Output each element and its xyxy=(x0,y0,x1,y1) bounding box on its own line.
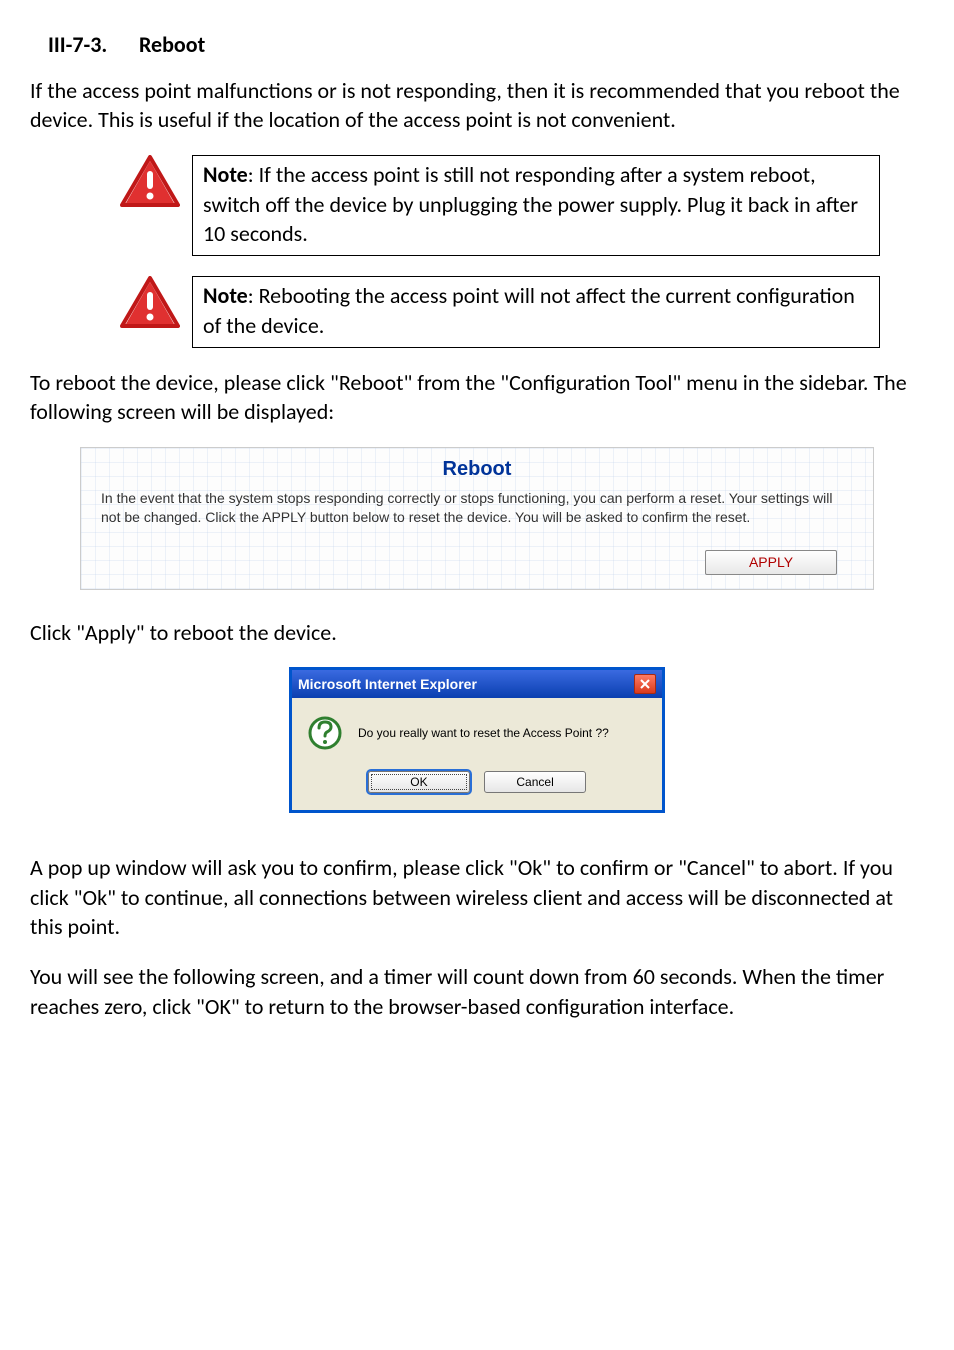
cancel-button[interactable]: Cancel xyxy=(484,771,586,793)
note-block: Note: If the access point is still not r… xyxy=(120,155,880,256)
apply-button[interactable]: APPLY xyxy=(705,550,837,575)
close-button[interactable] xyxy=(634,674,656,694)
heading-title: Reboot xyxy=(139,31,205,58)
warning-icon xyxy=(120,276,180,338)
heading-number: III-7-3. xyxy=(48,30,134,60)
dialog-titlebar: Microsoft Internet Explorer xyxy=(292,670,662,698)
popup-paragraph: A pop up window will ask you to confirm,… xyxy=(30,853,924,942)
click-apply-paragraph: Click "Apply" to reboot the device. xyxy=(30,618,924,648)
note-box: Note: Rebooting the access point will no… xyxy=(192,276,880,347)
warning-icon xyxy=(120,155,180,217)
question-icon xyxy=(308,716,342,750)
dialog-title-text: Microsoft Internet Explorer xyxy=(298,675,477,694)
ok-button[interactable]: OK xyxy=(368,771,470,793)
dialog-message: Do you really want to reset the Access P… xyxy=(358,725,609,741)
reboot-panel-desc: In the event that the system stops respo… xyxy=(97,489,857,527)
note-label: Note xyxy=(203,161,248,188)
to-reboot-paragraph: To reboot the device, please click "Rebo… xyxy=(30,368,924,427)
note-text: : If the access point is still not respo… xyxy=(203,161,858,247)
note-text: : Rebooting the access point will not af… xyxy=(203,282,855,339)
note-label: Note xyxy=(203,282,248,309)
reboot-panel-title: Reboot xyxy=(97,456,857,483)
section-heading: III-7-3. Reboot xyxy=(30,30,924,60)
note-block: Note: Rebooting the access point will no… xyxy=(120,276,880,347)
note-box: Note: If the access point is still not r… xyxy=(192,155,880,256)
reboot-panel: Reboot In the event that the system stop… xyxy=(80,447,874,590)
intro-paragraph: If the access point malfunctions or is n… xyxy=(30,76,924,135)
close-icon xyxy=(639,678,651,690)
timer-paragraph: You will see the following screen, and a… xyxy=(30,962,924,1021)
confirm-dialog: Microsoft Internet Explorer Do you reall… xyxy=(289,667,665,813)
